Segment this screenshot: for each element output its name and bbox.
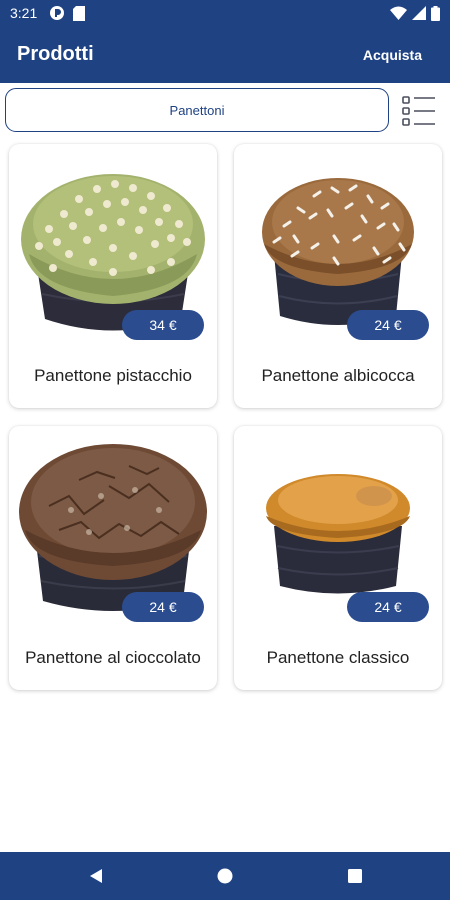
buy-button[interactable]: Acquista bbox=[363, 47, 422, 63]
wifi-icon bbox=[390, 6, 407, 20]
price-badge: 34 € bbox=[122, 310, 204, 340]
price-badge: 24 € bbox=[122, 592, 204, 622]
product-name: Panettone pistacchio bbox=[34, 366, 192, 385]
product-card[interactable]: 24 € Panettone albicocca bbox=[234, 144, 442, 408]
home-icon[interactable] bbox=[214, 865, 236, 887]
product-card[interactable]: 34 € Panettone pistacchio bbox=[9, 144, 217, 408]
product-card[interactable]: 24 € Panettone classico bbox=[234, 426, 442, 690]
page-title: Prodotti bbox=[17, 43, 94, 65]
battery-icon bbox=[431, 5, 440, 21]
back-icon[interactable] bbox=[85, 865, 107, 887]
product-card[interactable]: 24 € Panettone al cioccolato bbox=[9, 426, 217, 690]
product-name: Panettone classico bbox=[266, 648, 410, 667]
category-selector[interactable]: Panettoni bbox=[5, 88, 389, 132]
signal-icon bbox=[412, 6, 426, 20]
status-bar: 3:21 bbox=[0, 0, 450, 26]
recents-icon[interactable] bbox=[344, 865, 366, 887]
price-badge: 24 € bbox=[347, 592, 429, 622]
product-name: Panettone albicocca bbox=[261, 366, 415, 385]
sd-card-icon bbox=[73, 5, 86, 21]
product-name: Panettone al cioccolato bbox=[25, 648, 201, 667]
system-nav-bar bbox=[0, 852, 450, 900]
price-badge: 24 € bbox=[347, 310, 429, 340]
status-time: 3:21 bbox=[10, 5, 38, 21]
app-bar: Prodotti Acquista bbox=[0, 26, 450, 83]
app-notification-icon bbox=[50, 6, 65, 20]
list-view-icon[interactable] bbox=[401, 95, 437, 127]
filter-row: Panettoni bbox=[0, 83, 450, 138]
